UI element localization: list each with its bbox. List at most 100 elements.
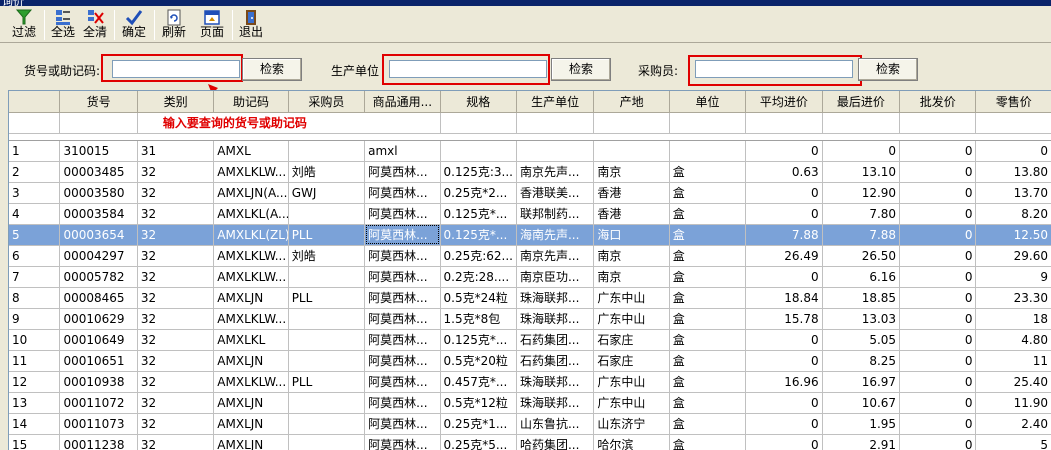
- cell-avg-price[interactable]: 26.49: [745, 245, 823, 267]
- cell-row-index[interactable]: 4: [9, 203, 61, 225]
- cell-spec[interactable]: 0.25克*2...: [440, 182, 517, 204]
- cell-spec[interactable]: 0.25克*5...: [440, 434, 517, 450]
- cell-generic-name[interactable]: 阿莫西林...: [364, 245, 441, 267]
- cell-code[interactable]: 00003654: [59, 224, 138, 246]
- clear-all-button[interactable]: 全清: [80, 9, 110, 41]
- cell-origin[interactable]: 南京: [593, 245, 670, 267]
- col-header-maker[interactable]: 生产单位: [516, 91, 595, 113]
- cell-row-index[interactable]: 9: [9, 308, 61, 330]
- cell-generic-name[interactable]: 阿莫西林...: [364, 392, 441, 414]
- cell-wholesale[interactable]: 0: [899, 371, 977, 393]
- cell-mnemonic[interactable]: AMXLKLW...: [213, 371, 289, 393]
- cell-category[interactable]: 32: [137, 413, 215, 435]
- cell-buyer[interactable]: [288, 413, 366, 435]
- cell-row-index[interactable]: 6: [9, 245, 61, 267]
- cell-spec[interactable]: 0.5克*24粒: [440, 287, 517, 309]
- cell-spec[interactable]: 0.125克:3...: [440, 161, 517, 183]
- cell-retail[interactable]: 12.50: [975, 224, 1051, 246]
- col-header-avg-price[interactable]: 平均进价: [745, 91, 823, 113]
- cell-generic-name[interactable]: 阿莫西林...: [364, 413, 441, 435]
- cell-spec[interactable]: 1.5克*8包: [440, 308, 517, 330]
- cell-row-index[interactable]: 12: [9, 371, 61, 393]
- cell-maker[interactable]: 香港联美...: [516, 182, 595, 204]
- cell-unit[interactable]: 盒: [669, 182, 747, 204]
- cell-last-price[interactable]: 8.25: [822, 350, 901, 372]
- cell-retail[interactable]: 18: [975, 308, 1051, 330]
- cell-code[interactable]: 00008465: [59, 287, 138, 309]
- cell-code[interactable]: 00011072: [59, 392, 138, 414]
- cell-origin[interactable]: 香港: [593, 182, 670, 204]
- cell-category[interactable]: 32: [137, 329, 215, 351]
- cell-origin[interactable]: 南京: [593, 266, 670, 288]
- cell-last-price[interactable]: 13.10: [822, 161, 901, 183]
- cell-code[interactable]: 00010649: [59, 329, 138, 351]
- cell-wholesale[interactable]: 0: [899, 224, 977, 246]
- table-row[interactable]: 10 00010649 32 AMXLKL 阿莫西林... 0.125克*... 石药集团.…: [9, 329, 1051, 351]
- cell-category[interactable]: 32: [137, 182, 215, 204]
- cell-origin[interactable]: 南京: [593, 161, 670, 183]
- cell-generic-name[interactable]: 阿莫西林...: [364, 266, 441, 288]
- cell-buyer[interactable]: [288, 203, 366, 225]
- cell-code[interactable]: 310015: [59, 140, 138, 162]
- cell-mnemonic[interactable]: AMXLKL(A...: [213, 203, 289, 225]
- cell-row-index[interactable]: 2: [9, 161, 61, 183]
- cell-mnemonic[interactable]: AMXLKLW...: [213, 245, 289, 267]
- cell-mnemonic[interactable]: AMXL: [213, 140, 289, 162]
- cell-mnemonic[interactable]: AMXLKLW...: [213, 266, 289, 288]
- refresh-button[interactable]: 刷新: [159, 9, 189, 41]
- cell-mnemonic[interactable]: AMXLJN: [213, 413, 289, 435]
- cell-row-index[interactable]: 3: [9, 182, 61, 204]
- cell-wholesale[interactable]: 0: [899, 413, 977, 435]
- table-row[interactable]: 13 00011072 32 AMXLJN 阿莫西林... 0.5克*12粒 珠海联邦...…: [9, 392, 1051, 414]
- cell-retail[interactable]: 2.40: [975, 413, 1051, 435]
- cell-buyer[interactable]: [288, 392, 366, 414]
- maker-search-button[interactable]: 检索: [551, 58, 611, 81]
- cell-avg-price[interactable]: 0: [745, 266, 823, 288]
- cell-row-index[interactable]: 11: [9, 350, 61, 372]
- cell-mnemonic[interactable]: AMXLKLW...: [213, 161, 289, 183]
- cell-buyer[interactable]: [288, 329, 366, 351]
- cell-maker[interactable]: 石药集团...: [516, 350, 595, 372]
- cell-wholesale[interactable]: 0: [899, 434, 977, 450]
- cell-wholesale[interactable]: 0: [899, 308, 977, 330]
- cell-origin[interactable]: 香港: [593, 203, 670, 225]
- cell-retail[interactable]: 23.30: [975, 287, 1051, 309]
- cell-category[interactable]: 32: [137, 287, 215, 309]
- cell-mnemonic[interactable]: AMXLJN(A...: [213, 182, 289, 204]
- cell-row-index[interactable]: 14: [9, 413, 61, 435]
- cell-code[interactable]: 00004297: [59, 245, 138, 267]
- cell-category[interactable]: 31: [137, 140, 215, 162]
- cell-buyer[interactable]: PLL: [288, 224, 366, 246]
- cell-avg-price[interactable]: 18.84: [745, 287, 823, 309]
- table-row[interactable]: 3 00003580 32 AMXLJN(A... GWJ 阿莫西林... 0.25克*2.…: [9, 182, 1051, 204]
- cell-maker[interactable]: 石药集团...: [516, 329, 595, 351]
- table-row[interactable]: 5 00003654 32 AMXLKL(ZL) PLL 阿莫西林... 0.125克*..…: [9, 224, 1051, 246]
- cell-category[interactable]: 32: [137, 434, 215, 450]
- cell-category[interactable]: 32: [137, 266, 215, 288]
- cell-retail[interactable]: 9: [975, 266, 1051, 288]
- cell-spec[interactable]: 0.457克*...: [440, 371, 517, 393]
- cell-generic-name[interactable]: 阿莫西林...: [364, 434, 441, 450]
- exit-button[interactable]: 退出: [236, 9, 266, 41]
- cell-spec[interactable]: [440, 140, 517, 162]
- cell-origin[interactable]: 广东中山: [593, 392, 670, 414]
- cell-generic-name[interactable]: 阿莫西林...: [364, 182, 441, 204]
- cell-category[interactable]: 32: [137, 203, 215, 225]
- cell-buyer[interactable]: [288, 308, 366, 330]
- table-row[interactable]: 15 00011238 32 AMXLJN 阿莫西林... 0.25克*5... 哈药集团.…: [9, 434, 1051, 450]
- cell-row-index[interactable]: 5: [9, 224, 61, 246]
- cell-last-price[interactable]: 26.50: [822, 245, 901, 267]
- cell-category[interactable]: 32: [137, 371, 215, 393]
- cell-avg-price[interactable]: 0: [745, 203, 823, 225]
- cell-origin[interactable]: 哈尔滨: [593, 434, 670, 450]
- col-header-buyer[interactable]: 采购员: [288, 91, 366, 113]
- cell-wholesale[interactable]: 0: [899, 266, 977, 288]
- cell-category[interactable]: 32: [137, 245, 215, 267]
- cell-retail[interactable]: 4.80: [975, 329, 1051, 351]
- cell-wholesale[interactable]: 0: [899, 350, 977, 372]
- col-header-index[interactable]: [9, 91, 61, 113]
- cell-avg-price[interactable]: 0: [745, 434, 823, 450]
- maker-search-input[interactable]: [389, 60, 547, 78]
- cell-retail[interactable]: 13.70: [975, 182, 1051, 204]
- cell-category[interactable]: 32: [137, 392, 215, 414]
